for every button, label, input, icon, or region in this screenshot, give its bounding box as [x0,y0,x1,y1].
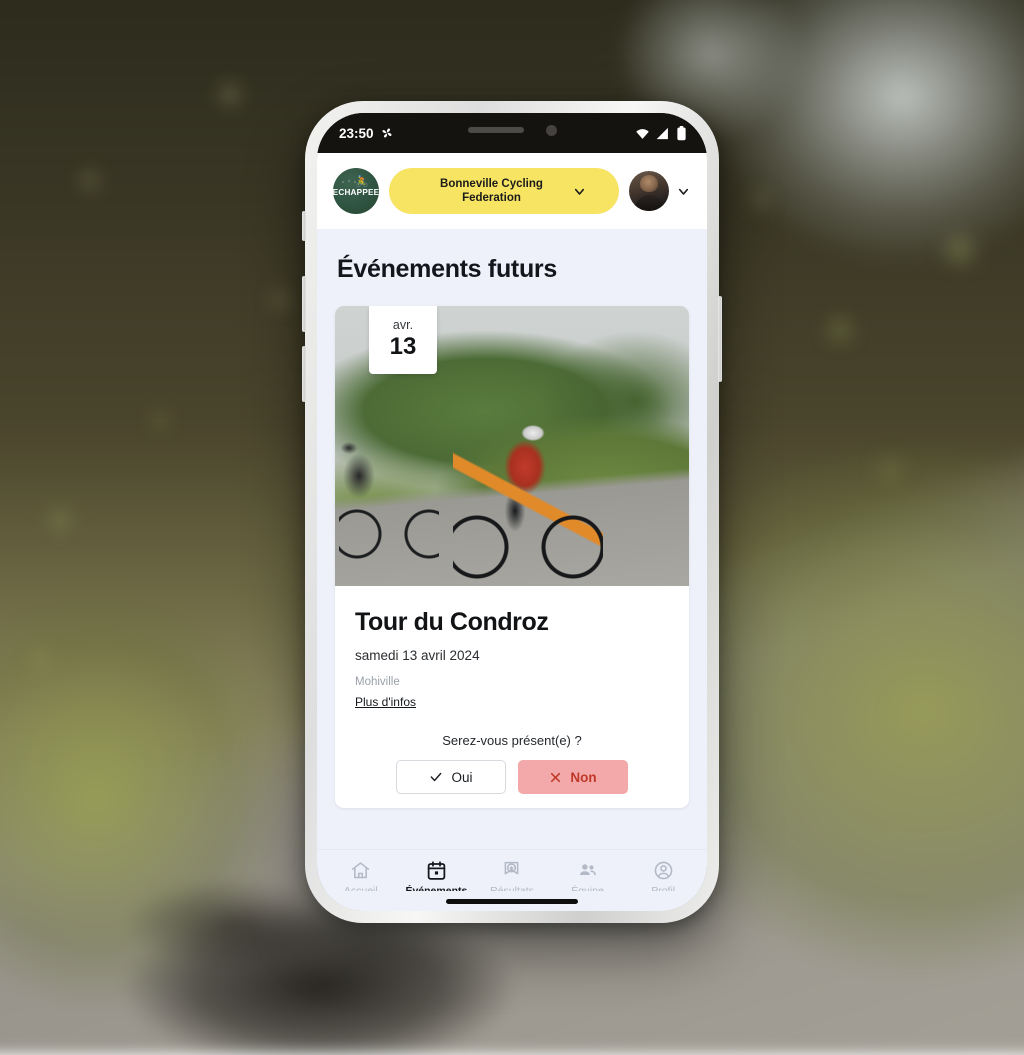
rsvp-buttons: Oui Non [355,760,669,794]
rsvp-yes-button[interactable]: Oui [396,760,506,794]
battery-icon [676,126,687,141]
people-icon [577,860,598,881]
account-menu[interactable] [629,171,691,211]
status-bar: 23:50 [317,113,707,153]
calendar-icon [426,860,447,881]
check-icon [429,770,443,784]
event-hero-image: avr. 13 [335,306,689,586]
status-bar-clock: 23:50 [339,126,374,141]
event-location: Mohiville [355,676,669,688]
medal-icon [501,860,522,881]
device-notch [428,113,596,147]
close-icon [549,771,562,784]
logo-wordmark: ECHAPPEE [333,189,380,197]
silence-switch[interactable] [302,211,306,241]
date-badge-day: 13 [390,333,417,361]
phone-device-frame: 23:50 [305,101,719,923]
status-bar-left: 23:50 [339,126,394,141]
chevron-down-icon [572,184,587,199]
cyclist-foreground [453,419,603,584]
cellular-signal-icon [656,127,670,140]
status-bar-right [635,126,687,141]
volume-down-button[interactable] [302,346,306,402]
power-button[interactable] [718,296,722,382]
cyclist-background [339,434,439,564]
more-info-link[interactable]: Plus d'infos [355,695,416,709]
rsvp-yes-label: Oui [451,770,472,785]
home-icon [350,860,371,881]
chevron-down-icon[interactable] [676,184,691,199]
phone-screen: 23:50 [317,113,707,911]
organization-switcher[interactable]: Bonneville Cycling Federation [389,168,619,214]
cyclist-icon: 🚴 [355,177,369,188]
earpiece-speaker [468,127,524,133]
pinwheel-icon [380,126,394,140]
event-title: Tour du Condroz [355,608,669,637]
rsvp-no-button[interactable]: Non [518,760,628,794]
app-header: 🚴 ECHAPPEE Bonneville Cycling Federation [317,153,707,229]
event-card[interactable]: avr. 13 Tour du Condroz samedi 13 avril … [335,306,689,808]
echappee-logo[interactable]: 🚴 ECHAPPEE [333,168,379,214]
rsvp-no-label: Non [570,770,596,785]
organization-name: Bonneville Cycling Federation [422,177,562,206]
rsvp-question: Serez-vous présent(e) ? [355,733,669,748]
app-viewport: 🚴 ECHAPPEE Bonneville Cycling Federation [317,153,707,911]
wifi-icon [635,127,650,140]
person-circle-icon [653,860,674,881]
event-details: Tour du Condroz samedi 13 avril 2024 Moh… [335,586,689,808]
page-title: Événements futurs [335,229,689,306]
event-date-badge: avr. 13 [369,306,437,374]
avatar[interactable] [629,171,669,211]
volume-up-button[interactable] [302,276,306,332]
home-indicator[interactable] [446,899,578,904]
front-camera [546,125,557,136]
event-date: samedi 13 avril 2024 [355,648,669,663]
scroll-content[interactable]: Événements futurs avr. 13 Tour du Condro… [317,229,707,849]
date-badge-month: avr. [393,319,413,333]
